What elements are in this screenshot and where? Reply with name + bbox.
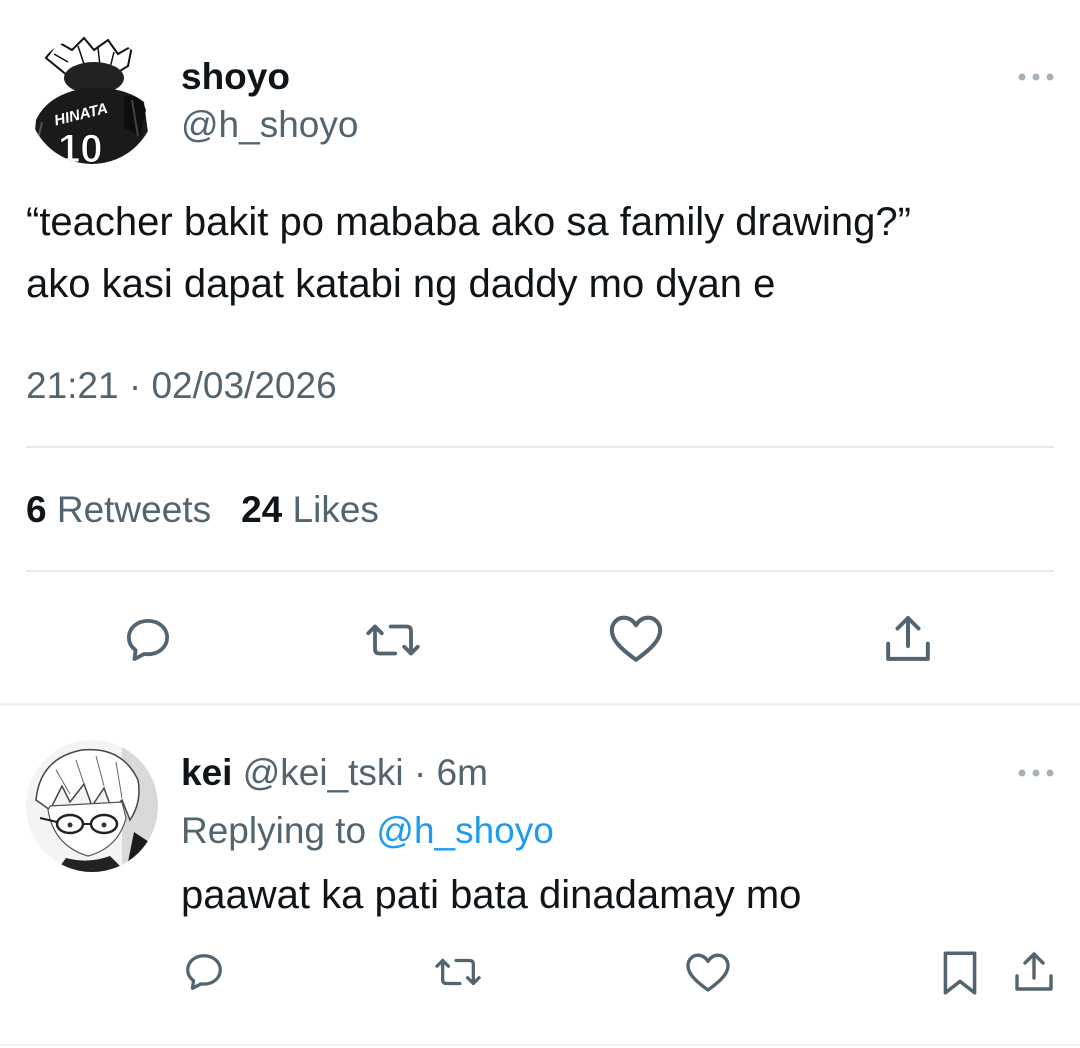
divider [26,570,1054,572]
meta-separator: · [413,752,427,793]
tweet-timestamp[interactable]: 21:21 · 02/03/2026 [26,363,337,409]
share-icon [1015,952,1053,991]
reply-avatar-illustration [26,740,158,872]
reply-reply-button[interactable] [178,946,230,998]
reply-share-button[interactable] [1008,946,1060,998]
reply-icon [126,618,170,662]
more-horizontal-icon [1018,769,1054,777]
reply-header: kei @kei_tski · 6m [181,750,488,796]
bottom-divider [0,1044,1080,1046]
reply-more-options-button[interactable] [1014,758,1058,788]
reply-icon [186,954,222,990]
like-icon [609,615,663,662]
likes-stat[interactable]: 24 Likes [241,487,379,533]
author-display-name[interactable]: shoyo [181,55,290,99]
tweet-text-line: ako kasi dapat katabi ng daddy mo dyan e [26,262,776,306]
avatar-jersey-number: 10 [58,127,103,164]
author-handle[interactable]: @h_shoyo [181,103,358,147]
section-separator [0,703,1080,706]
retweets-stat[interactable]: 6 Retweets [26,487,211,533]
share-button[interactable] [876,608,940,670]
reply-author-name[interactable]: kei [181,752,232,793]
reply-author-avatar[interactable] [26,740,158,872]
reply-bookmark-button[interactable] [934,946,986,1000]
tweet-text-line: “teacher bakit po mababa ako sa family d… [26,200,911,244]
likes-count: 24 [241,489,283,530]
retweets-label: Retweets [56,489,212,530]
like-button[interactable] [604,608,668,668]
tweet-stats: 6 Retweets 24 Likes [26,487,379,533]
reply-author-handle[interactable]: @kei_tski [243,752,404,793]
main-tweet: HINATA 10 shoyo @h_shoyo “teacher bakit … [0,0,1080,703]
replying-to-mention[interactable]: @h_shoyo [376,810,553,851]
bookmark-icon [943,951,977,995]
likes-label: Likes [292,489,379,530]
retweets-count: 6 [26,489,47,530]
tweet-text: “teacher bakit po mababa ako sa family d… [26,191,1046,315]
avatar-illustration: HINATA 10 [28,36,156,164]
reply-like-button[interactable] [682,946,734,998]
reply-time-ago[interactable]: 6m [437,752,488,793]
reply-button[interactable] [118,610,178,670]
like-icon [686,953,730,992]
share-icon [886,616,930,661]
more-horizontal-icon [1018,73,1054,81]
retweet-button[interactable] [360,610,426,670]
retweet-icon [366,624,420,656]
retweet-icon [435,958,481,986]
reply-text: paawat ka pati bata dinadamay mo [181,873,802,917]
divider [26,446,1054,448]
author-avatar[interactable]: HINATA 10 [28,36,156,164]
more-options-button[interactable] [1014,62,1058,92]
reply-retweet-button[interactable] [430,946,486,998]
replying-to: Replying to @h_shoyo [181,808,554,854]
replying-to-label: Replying to [181,810,367,851]
